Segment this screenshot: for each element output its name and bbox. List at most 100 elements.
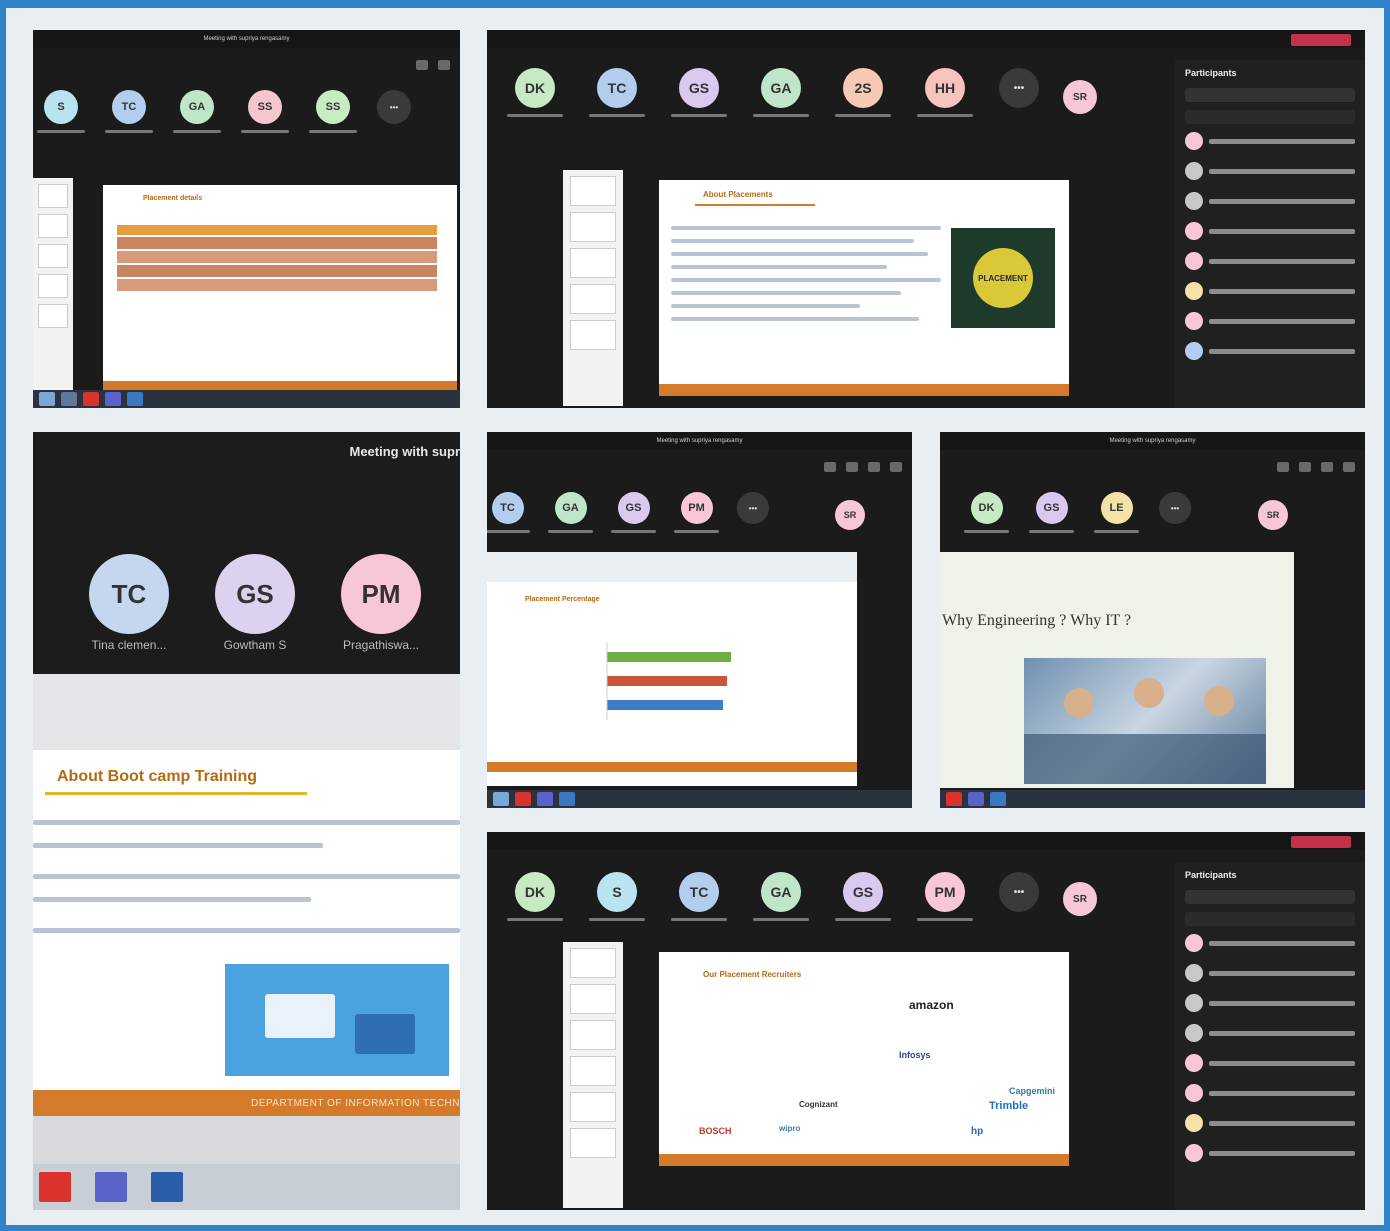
presentation-slide: Our Placement Recruiters amazon Infosys Ca… <box>659 952 1069 1166</box>
slide-thumbnails[interactable] <box>33 178 73 404</box>
more-participants-button[interactable]: ••• <box>737 492 769 524</box>
windows-taskbar <box>33 1164 460 1210</box>
avatar-initials: TC <box>112 90 146 124</box>
slide-scroll-dots[interactable] <box>1353 522 1363 782</box>
participant-avatars: DK S TC GA GS PM ••• <box>507 872 1039 921</box>
avatar-initials: S <box>44 90 78 124</box>
participant-avatars: TC GA GS PM ••• <box>487 492 769 533</box>
share-invite-button[interactable] <box>1185 912 1355 926</box>
participant-avatar: S <box>589 872 645 921</box>
avatar-initials: SS <box>316 90 350 124</box>
participants-search-input[interactable] <box>1185 88 1355 102</box>
slide-thumbnails[interactable] <box>563 170 623 406</box>
department-footer-text: DEPARTMENT OF INFORMATION TECHN <box>250 1097 460 1109</box>
meeting-title: Meeting with supriya rengasamy <box>33 30 460 48</box>
more-participants-button[interactable]: ••• <box>999 872 1039 912</box>
participant-avatars: S TC GA SS SS ••• <box>37 90 411 133</box>
avatar-initials: TC <box>679 872 719 912</box>
participant-avatar: GS <box>671 68 727 117</box>
participant-avatar: DK <box>507 68 563 117</box>
participant-avatar: DK <box>507 872 563 921</box>
avatar-initials: DK <box>515 872 555 912</box>
slide-thumbnails[interactable] <box>563 942 623 1208</box>
leave-button[interactable] <box>1291 836 1351 848</box>
participant-avatar: GS Gowtham S <box>215 554 295 652</box>
participant-avatar: GS <box>611 492 656 533</box>
meeting-screenshot-1: Meeting with supriya rengasamy S TC GA SS SS… <box>33 30 460 408</box>
presentation-slide: Placement Percentage <box>487 552 857 786</box>
ribbon-bar <box>33 674 460 750</box>
participant-avatar: 2S <box>835 68 891 117</box>
participant-avatar: SS <box>309 90 357 133</box>
placement-bar-chart <box>606 642 731 720</box>
slide-title: Placement details <box>143 195 203 202</box>
avatar-initials: TC <box>89 554 169 634</box>
meeting-screenshot-6: DK S TC GA GS PM ••• SR Our Placement Recruite… <box>487 832 1365 1210</box>
meeting-toolbar[interactable] <box>416 60 450 70</box>
chart-bar-3 <box>607 700 723 710</box>
pdf-app-icon[interactable] <box>39 1172 71 1202</box>
recruiter-logo: Trimble <box>989 1100 1029 1112</box>
avatar-initials: S <box>597 872 637 912</box>
placement-table <box>117 225 437 295</box>
participant-avatars: DK GS LE ••• <box>964 492 1191 533</box>
recruiter-logo: Capgemini <box>1009 1086 1056 1096</box>
more-participants-button[interactable]: ••• <box>999 68 1039 108</box>
recruiter-logo: Infosys <box>899 1050 931 1060</box>
slide-footer-bar: DEPARTMENT OF INFORMATION TECHN <box>33 1090 460 1116</box>
meeting-screenshot-4: Meeting with supriya rengasamy TC GA GS PM •… <box>487 432 912 808</box>
participant-avatar: GA <box>173 90 221 133</box>
meeting-screenshot-5: Meeting with supriya rengasamy DK GS LE •••… <box>940 432 1365 808</box>
participants-panel[interactable]: Participants <box>1175 862 1365 1210</box>
meeting-screenshot-2: DK TC GS GA 2S HH ••• SR About Placements PLAC… <box>487 30 1365 408</box>
participant-name: Gowtham S <box>223 638 287 652</box>
windows-taskbar <box>487 790 912 808</box>
slide-title: Our Placement Recruiters <box>703 970 802 979</box>
avatar-initials: GA <box>180 90 214 124</box>
word-app-icon[interactable] <box>151 1172 183 1202</box>
avatar-initials: DK <box>515 68 555 108</box>
meeting-toolbar[interactable] <box>824 462 902 472</box>
avatar-initials: TC <box>597 68 637 108</box>
share-invite-button[interactable] <box>1185 110 1355 124</box>
participants-search-input[interactable] <box>1185 890 1355 904</box>
avatar-initials: HH <box>925 68 965 108</box>
avatar-initials: 2S <box>843 68 883 108</box>
meeting-screenshot-3: Meeting with supr TC Tina clemen... GS Gowt… <box>33 432 460 1210</box>
participant-avatar: LE <box>1094 492 1139 533</box>
participant-avatar: GA <box>753 68 809 117</box>
participant-avatar: GS <box>1029 492 1074 533</box>
slide-body-text <box>671 226 941 330</box>
participant-avatar: TC Tina clemen... <box>89 554 169 652</box>
participant-avatar: GA <box>548 492 593 533</box>
slide-title: About Placements <box>703 190 773 199</box>
leave-button[interactable] <box>1291 34 1351 46</box>
teams-app-icon[interactable] <box>95 1172 127 1202</box>
participant-avatars: DK TC GS GA 2S HH ••• <box>507 68 1039 117</box>
avatar-initials: GS <box>843 872 883 912</box>
avatar-initials: GS <box>1035 492 1068 524</box>
recruiter-logo: amazon <box>909 998 954 1012</box>
more-participants-button[interactable]: ••• <box>1159 492 1191 524</box>
avatar-initials: PM <box>341 554 421 634</box>
more-participants-button[interactable]: ••• <box>377 90 411 124</box>
avatar-initials: PM <box>680 492 713 524</box>
meeting-header: Meeting with supr TC Tina clemen... GS Gowt… <box>33 432 460 674</box>
slide-footer-bar <box>487 762 857 772</box>
participant-avatar: S <box>37 90 85 133</box>
participant-avatar: GS <box>835 872 891 921</box>
recruiter-logo: wipro <box>779 1124 801 1133</box>
slide-heading: Why Engineering ? Why IT ? <box>942 612 1132 629</box>
avatar-initials: GS <box>215 554 295 634</box>
participant-avatar: PM <box>674 492 719 533</box>
avatar-initials: TC <box>491 492 524 524</box>
participant-avatar: HH <box>917 68 973 117</box>
participant-avatar: TC <box>105 90 153 133</box>
participants-panel[interactable]: Participants <box>1175 60 1365 408</box>
meeting-toolbar[interactable] <box>1277 462 1355 472</box>
slide-title: About Boot camp Training <box>57 768 257 785</box>
avatar-initials: PM <box>925 872 965 912</box>
participant-avatar: PM Pragathiswa... <box>341 554 421 652</box>
slide-title: Placement Percentage <box>525 596 600 603</box>
chart-bar-1 <box>607 652 731 662</box>
